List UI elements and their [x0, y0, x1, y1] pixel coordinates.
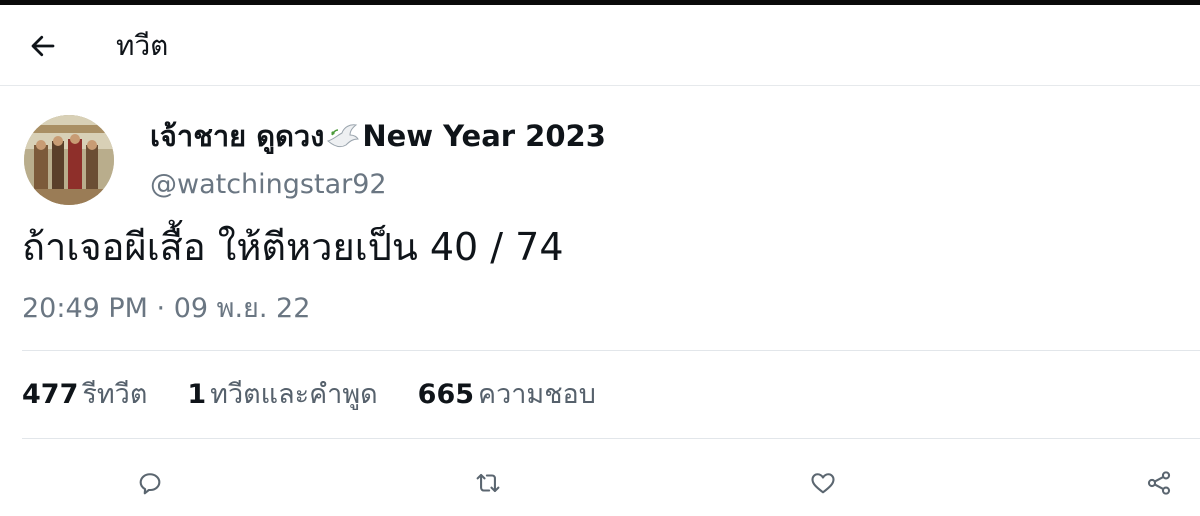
retweet-arrows-icon: [476, 473, 500, 493]
page-title: ทวีต: [116, 29, 169, 62]
display-name[interactable]: เจ้าชาย ดูดวง New Year 2023: [150, 118, 606, 154]
divider-top: [22, 350, 1200, 351]
stat-retweets[interactable]: 477 รีทวีต: [22, 378, 147, 412]
retweet-button[interactable]: [463, 458, 513, 508]
stat-likes[interactable]: 665 ความชอบ: [418, 378, 596, 412]
stat-quotes[interactable]: 1 ทวีตและคำพูด: [187, 378, 377, 412]
header-bar: ทวีต: [0, 5, 1200, 86]
avatar[interactable]: [24, 115, 114, 205]
display-name-prefix: เจ้าชาย ดูดวง: [150, 119, 325, 153]
stat-retweets-label: รีทวีต: [82, 379, 148, 410]
speech-bubble-icon: [139, 473, 161, 495]
heart-icon: [811, 473, 835, 494]
user-handle[interactable]: @watchingstar92: [150, 168, 387, 202]
display-name-suffix: New Year 2023: [362, 119, 606, 153]
dove-icon: [327, 124, 360, 148]
stat-likes-count: 665: [417, 379, 475, 410]
tweet-text: ถ้าเจอผีเสื้อ ให้ตีหวยเป็น 40 / 74: [22, 225, 564, 269]
stat-quotes-count: 1: [187, 379, 207, 410]
divider-bottom: [22, 438, 1200, 439]
reply-button[interactable]: [125, 458, 175, 508]
stat-quotes-label: ทวีตและคำพูด: [210, 379, 378, 410]
share-nodes-icon: [1147, 471, 1171, 495]
tweet-stats: 477 รีทวีต 1 ทวีตและคำพูด 665 ความชอบ: [22, 378, 636, 412]
avatar-image: [24, 115, 114, 205]
stat-likes-label: ความชอบ: [478, 379, 596, 410]
arrow-left-icon: [31, 35, 55, 57]
back-button[interactable]: [22, 25, 64, 67]
like-button[interactable]: [798, 458, 848, 508]
share-button[interactable]: [1134, 458, 1184, 508]
action-bar: [0, 458, 1200, 508]
stat-retweets-count: 477: [22, 379, 79, 410]
tweet-timestamp[interactable]: 20:49 PM · 09 พ.ย. 22: [22, 292, 310, 326]
